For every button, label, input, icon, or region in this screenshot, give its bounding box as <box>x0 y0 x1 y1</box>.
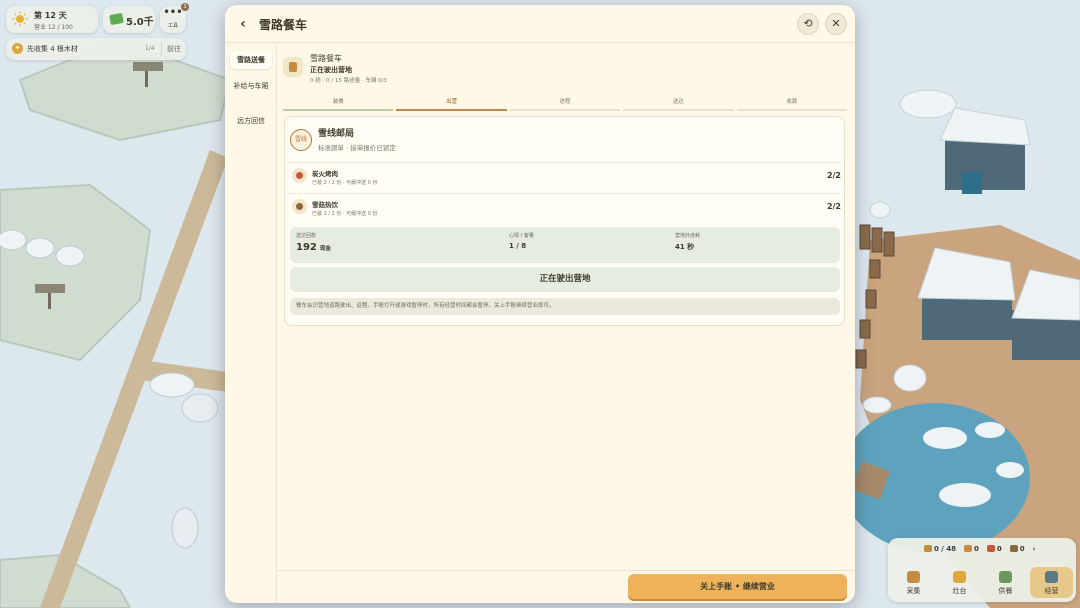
food-truck-icon <box>283 57 303 77</box>
travel-time-value: 41 秒 <box>675 243 695 251</box>
progress-steps: 装餐 出营 途程 送达 收款 <box>283 97 848 111</box>
sun-icon <box>12 11 28 27</box>
resource-meat: 0 <box>986 545 1002 553</box>
dish-count: 2/2 <box>826 171 841 180</box>
note-text: 餐车会识营地道路驶出、返程。手账打开或游戏暂停时，所有经营时间都会暂停，关上手账… <box>290 298 840 315</box>
axe-icon <box>907 571 920 583</box>
delivery-stats: 送达回款 192 现金 心情 / 客量 1 / 8 营地外途耗 41 秒 <box>290 227 840 263</box>
step-load: 装餐 <box>283 97 394 111</box>
resource-drink: 0 <box>1009 545 1025 553</box>
status-bar: 正在驶出营地 <box>290 267 840 292</box>
step-deliver: 送达 <box>623 97 734 111</box>
bowl-icon <box>999 571 1012 583</box>
tab-manage[interactable]: 经营 <box>1030 567 1073 598</box>
stat-mood: 心情 / 客量 1 / 8 <box>509 233 534 250</box>
payment-value: 192 <box>296 242 317 253</box>
bottom-tabs: 采集 灶台 供餐 经营 <box>892 567 1073 598</box>
wood-icon <box>964 545 973 552</box>
quest-text: 先收集 4 根木材 <box>27 45 78 53</box>
sidebar-item-supplies[interactable]: 补给与车厢 <box>230 81 272 91</box>
quest-tracker: ✦ 先收集 4 根木材 1/4 前往 <box>6 38 186 60</box>
truck-status: 正在驶出营地 <box>310 66 352 74</box>
dish-status: 已装 2 / 2 份 · 可缓冲送 0 份 <box>312 211 378 217</box>
meat-icon <box>986 545 995 552</box>
step-travel: 途程 <box>509 97 621 111</box>
sidebar-item-delivery[interactable]: 雪路送餐 <box>230 51 272 69</box>
payment-unit: 现金 <box>319 246 331 252</box>
dish-row: 炭火烤肉 已装 2 / 2 份 · 可缓冲送 0 份 2/2 <box>289 162 841 187</box>
resource-wood: 0 <box>964 545 979 553</box>
tab-gather[interactable]: 采集 <box>892 567 935 598</box>
hot-drink-icon <box>292 199 307 214</box>
food-truck-dialog: ‹ 雪路餐车 ⟲ ✕ 雪路送餐 补给与车厢 远方回信 雪路餐车 正在驶出营地 0… <box>225 5 855 603</box>
sidebar-item-letters[interactable]: 远方回信 <box>230 116 272 126</box>
dialog-sidebar: 雪路送餐 补给与车厢 远方回信 <box>225 43 277 603</box>
truck-name: 雪路餐车 <box>310 54 342 63</box>
resource-row: 0 / 48 0 0 0 › <box>924 545 1036 553</box>
tools-label: 工具 <box>167 23 178 29</box>
grilled-meat-icon <box>292 168 307 183</box>
mood-value: 1 / 8 <box>509 242 527 250</box>
delivery-card: 雪线 雪线邮局 标准跟单 · 接单报价已锁定 炭火烤肉 已装 2 / 2 份 ·… <box>284 116 845 326</box>
dialog-header: ‹ 雪路餐车 ⟲ ✕ <box>225 5 855 43</box>
destination-title: 雪线邮局 <box>318 129 355 139</box>
dish-row: 雪菇热饮 已装 2 / 2 份 · 可缓冲送 0 份 2/2 <box>289 193 841 218</box>
money-value: 5.0千 <box>126 17 154 28</box>
refresh-button[interactable]: ⟲ <box>797 13 819 35</box>
dish-status: 已装 2 / 2 份 · 可缓冲送 0 份 <box>312 180 378 186</box>
tab-stove[interactable]: 灶台 <box>938 567 981 598</box>
tab-serve[interactable]: 供餐 <box>984 567 1027 598</box>
step-depart: 出营 <box>396 97 507 111</box>
day-label: 第 12 天 <box>34 11 67 20</box>
compass-icon: ✦ <box>12 43 23 54</box>
tools-badge: 3 <box>181 3 189 11</box>
quest-progress: 1/4 <box>145 45 155 52</box>
stat-travel-time: 营地外途耗 41 秒 <box>675 233 701 251</box>
continue-button[interactable]: 关上手账 • 继续营业 <box>628 574 847 599</box>
drink-icon <box>1009 545 1018 552</box>
close-button[interactable]: ✕ <box>825 13 847 35</box>
tools-button[interactable]: ••• 工具 3 <box>160 3 189 33</box>
stat-payment: 送达回款 192 现金 <box>296 233 331 253</box>
resource-orders: 0 / 48 <box>924 545 956 553</box>
dish-name: 炭火烤肉 <box>312 170 338 178</box>
truck-stats: 0 趟 · 0 / 15 路途量 · 车厢 0/3 <box>310 78 387 84</box>
dialog-title: 雪路餐车 <box>259 18 308 32</box>
day-indicator: 第 12 天 营业 12 / 100 <box>6 6 98 33</box>
fire-icon <box>953 571 966 583</box>
bottom-hud: 0 / 48 0 0 0 › 采集 灶台 供餐 经营 <box>888 538 1076 602</box>
stamp-icon: 雪线 <box>290 129 312 151</box>
dish-name: 雪菇热饮 <box>312 201 338 209</box>
back-button[interactable]: ‹ <box>235 15 251 33</box>
step-collect: 收款 <box>736 97 848 111</box>
quest-go-button[interactable]: 前往 <box>161 42 186 56</box>
time-label: 营业 12 / 100 <box>34 24 73 31</box>
order-icon <box>924 545 932 552</box>
dish-count: 2/2 <box>826 202 841 211</box>
dialog-footer: 关上手账 • 继续营业 <box>277 570 855 603</box>
expand-icon[interactable]: › <box>1033 545 1036 553</box>
cash-icon <box>109 12 124 26</box>
destination-subtitle: 标准跟单 · 接单报价已锁定 <box>318 144 396 152</box>
money-indicator: 5.0千 <box>103 6 155 33</box>
house-icon <box>1045 571 1058 583</box>
